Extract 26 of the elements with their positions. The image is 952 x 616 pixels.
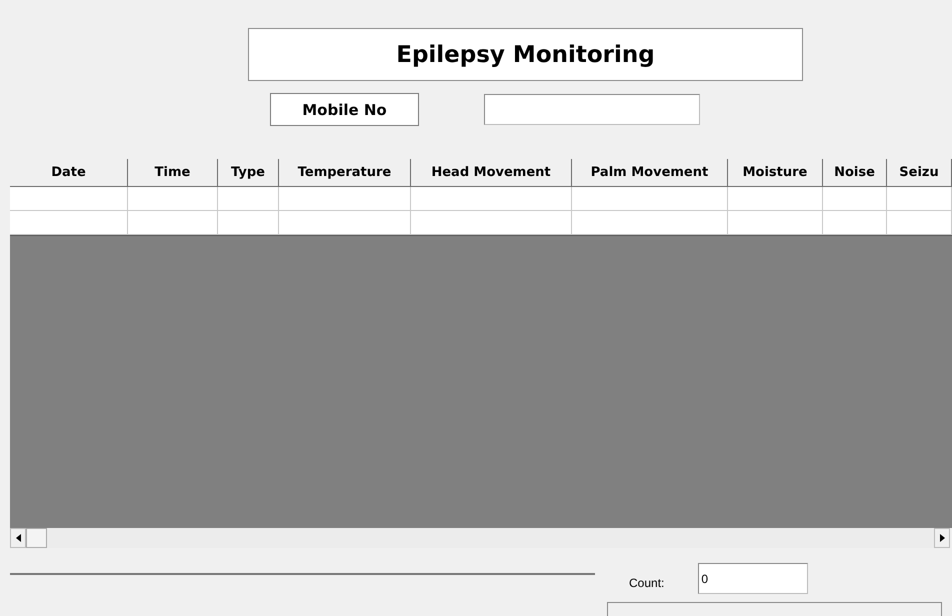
table-cell bbox=[823, 187, 887, 211]
right-arrow-icon bbox=[940, 534, 944, 542]
column-header[interactable]: Seizu bbox=[887, 159, 952, 187]
table-cell bbox=[887, 211, 952, 235]
mobile-label: Mobile No bbox=[270, 93, 419, 126]
window-title: Epilepsy Monitoring bbox=[248, 28, 803, 81]
table-cell bbox=[887, 187, 952, 211]
table-cell bbox=[218, 211, 279, 235]
scroll-right-button[interactable] bbox=[934, 528, 950, 548]
column-header[interactable]: Time bbox=[128, 159, 218, 187]
horizontal-scrollbar[interactable] bbox=[10, 528, 950, 548]
count-label: Count: bbox=[629, 576, 664, 590]
column-header[interactable]: Noise bbox=[823, 159, 887, 187]
column-header[interactable]: Type bbox=[218, 159, 279, 187]
mobile-input-field[interactable] bbox=[484, 94, 700, 125]
count-input-field[interactable]: 0 bbox=[698, 563, 808, 594]
column-header[interactable]: Date bbox=[10, 159, 128, 187]
column-header[interactable]: Temperature bbox=[279, 159, 411, 187]
column-header[interactable]: Palm Movement bbox=[572, 159, 728, 187]
table-cell bbox=[823, 211, 887, 235]
scroll-left-button[interactable] bbox=[10, 528, 26, 548]
column-header[interactable]: Head Movement bbox=[411, 159, 572, 187]
column-header[interactable]: Moisture bbox=[728, 159, 823, 187]
left-arrow-icon bbox=[16, 534, 20, 542]
scroll-thumb[interactable] bbox=[26, 528, 47, 548]
table-cell bbox=[218, 187, 279, 211]
